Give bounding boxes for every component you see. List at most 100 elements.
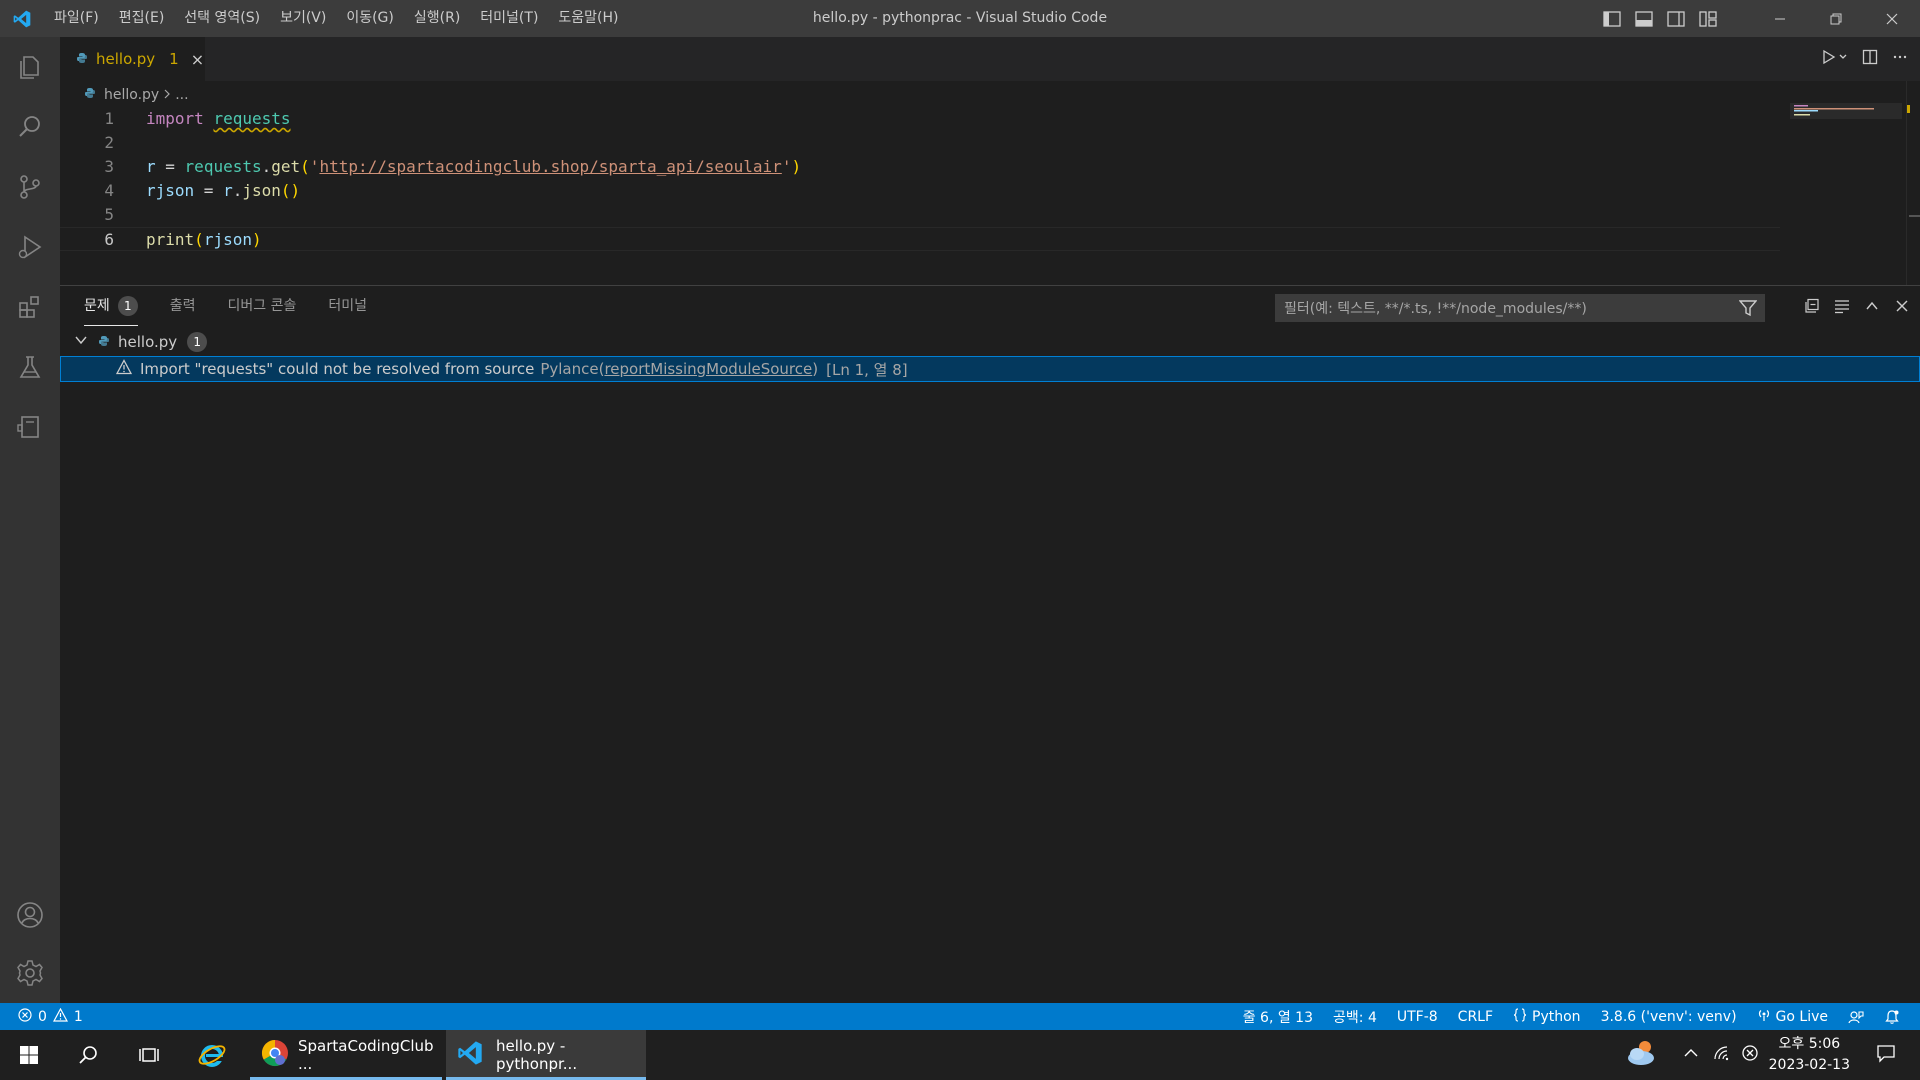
restore-icon[interactable]: [1808, 0, 1864, 37]
close-window-icon[interactable]: [1864, 0, 1920, 37]
chevron-right-icon: [163, 87, 171, 103]
testing-icon[interactable]: [0, 337, 60, 397]
code-line: 2: [60, 131, 1780, 155]
problem-source-close: ): [812, 360, 819, 378]
explorer-icon[interactable]: [0, 37, 60, 97]
code-token: =: [194, 181, 224, 200]
code-line-current: 6 print(rjson): [60, 227, 1780, 251]
notifications-bell-icon[interactable]: [1874, 1009, 1910, 1025]
code-token: print: [146, 230, 195, 249]
chrome-icon: [260, 1038, 290, 1072]
go-live-label: Go Live: [1775, 1008, 1828, 1025]
menu-terminal[interactable]: 터미널(T): [470, 0, 548, 37]
menu-file[interactable]: 파일(F): [44, 0, 109, 37]
settings-gear-icon[interactable]: [0, 943, 60, 1003]
warning-icon: [115, 359, 133, 379]
filter-placeholder: 필터(예: 텍스트, **/*.ts, !**/node_modules/**): [1284, 301, 1587, 317]
system-tray: 오후 5:06 2023-02-13: [1625, 1030, 1920, 1080]
minimize-icon[interactable]: [1752, 0, 1808, 37]
cursor-position[interactable]: 줄 6, 열 13: [1233, 1007, 1323, 1027]
broadcast-icon: [1757, 1008, 1771, 1026]
view-as-list-icon[interactable]: [1834, 298, 1850, 318]
menu-help[interactable]: 도움말(H): [548, 0, 628, 37]
code-token: .: [232, 181, 243, 200]
problem-item[interactable]: Import "requests" could not be resolved …: [60, 356, 1920, 382]
internet-explorer-icon[interactable]: [182, 1030, 242, 1080]
go-live-button[interactable]: Go Live: [1747, 1008, 1838, 1026]
editor-area: hello.py 1 × hello.py ... 1 import reque…: [60, 37, 1920, 285]
taskbar-app-label: SpartaCodingClub ...: [298, 1037, 434, 1073]
menu-edit[interactable]: 편집(E): [109, 0, 175, 37]
feedback-icon[interactable]: [1838, 1009, 1874, 1025]
filter-icon[interactable]: [1738, 299, 1758, 321]
taskbar-app-vscode[interactable]: hello.py - pythonpr...: [446, 1030, 646, 1080]
problems-file-row[interactable]: hello.py 1: [60, 330, 1920, 354]
breadcrumb-symbols[interactable]: ...: [175, 87, 188, 103]
toggle-primary-sidebar-icon[interactable]: [1596, 0, 1628, 37]
menu-view[interactable]: 보기(V): [270, 0, 336, 37]
tab-output[interactable]: 출력: [170, 286, 196, 326]
menu-bar: 파일(F) 편집(E) 선택 영역(S) 보기(V) 이동(G) 실행(R) 터…: [44, 0, 629, 37]
editor-scrollbar[interactable]: [1906, 81, 1920, 285]
run-python-file-icon[interactable]: [1822, 49, 1848, 69]
python-file-icon: [98, 333, 110, 351]
taskbar-search-icon[interactable]: [60, 1030, 118, 1080]
windows-start-icon[interactable]: [0, 1030, 58, 1080]
tab-problems[interactable]: 문제 1: [84, 286, 138, 326]
show-hidden-icons-icon[interactable]: [1683, 1047, 1699, 1063]
code-token: requests: [213, 109, 291, 128]
python-interpreter[interactable]: 3.8.6 ('venv': venv): [1591, 1009, 1747, 1025]
problem-code-link[interactable]: reportMissingModuleSource: [604, 360, 812, 378]
line-number: 2: [104, 133, 114, 152]
indentation[interactable]: 공백: 4: [1323, 1007, 1387, 1027]
problems-status[interactable]: 0 1: [18, 1003, 83, 1030]
menu-selection[interactable]: 선택 영역(S): [174, 0, 270, 37]
code-line: 1 import requests: [60, 107, 1780, 131]
code-token: r: [223, 181, 233, 200]
minimap[interactable]: [1790, 103, 1910, 285]
toggle-panel-icon[interactable]: [1628, 0, 1660, 37]
code-token: import: [146, 109, 204, 128]
remote-explorer-icon[interactable]: [0, 397, 60, 457]
taskbar-clock[interactable]: 오후 5:06 2023-02-13: [1769, 1034, 1850, 1076]
code-editor[interactable]: 1 import requests 2 3 r = requests.get('…: [60, 107, 1780, 251]
volume-muted-icon[interactable]: [1741, 1044, 1759, 1066]
code-url-link[interactable]: http://spartacodingclub.shop/sparta_api/…: [319, 157, 781, 176]
tab-terminal[interactable]: 터미널: [328, 286, 367, 326]
menu-go[interactable]: 이동(G): [336, 0, 404, 37]
task-view-icon[interactable]: [120, 1030, 178, 1080]
code-line: 4 rjson = r.json(): [60, 179, 1780, 203]
maximize-panel-icon[interactable]: [1864, 298, 1880, 318]
bottom-panel: 문제 1 출력 디버그 콘솔 터미널 필터(예: 텍스트, **/*.ts, !…: [60, 285, 1920, 1003]
language-mode[interactable]: Python: [1503, 1007, 1591, 1026]
source-control-icon[interactable]: [0, 157, 60, 217]
code-token: ': [781, 157, 792, 176]
taskbar-app-chrome[interactable]: SpartaCodingClub ...: [250, 1030, 442, 1080]
status-bar: 0 1 줄 6, 열 13 공백: 4 UTF-8 CRLF Python 3.…: [0, 1003, 1920, 1030]
weather-cloud-icon[interactable]: [1625, 1038, 1659, 1072]
toggle-secondary-sidebar-icon[interactable]: [1660, 0, 1692, 37]
customize-layout-icon[interactable]: [1692, 0, 1724, 37]
line-number: 6: [104, 230, 114, 249]
collapse-all-icon[interactable]: [1804, 298, 1820, 318]
close-panel-icon[interactable]: [1894, 298, 1910, 318]
accounts-icon[interactable]: [0, 885, 60, 945]
problems-filter-input[interactable]: 필터(예: 텍스트, **/*.ts, !**/node_modules/**): [1275, 294, 1765, 322]
python-file-icon: [76, 50, 88, 68]
action-center-icon[interactable]: [1876, 1043, 1896, 1067]
tab-hello-py[interactable]: hello.py 1 ×: [60, 37, 205, 81]
menu-run[interactable]: 실행(R): [404, 0, 470, 37]
split-editor-icon[interactable]: [1862, 49, 1878, 69]
more-actions-icon[interactable]: [1892, 49, 1908, 69]
encoding[interactable]: UTF-8: [1387, 1009, 1448, 1025]
close-tab-icon[interactable]: ×: [191, 50, 204, 69]
breadcrumb-file[interactable]: hello.py: [104, 87, 159, 103]
end-of-line[interactable]: CRLF: [1448, 1009, 1503, 1025]
network-icon[interactable]: [1713, 1045, 1731, 1065]
chevron-down-icon[interactable]: [74, 333, 88, 351]
editor-actions: [1822, 37, 1920, 81]
run-debug-icon[interactable]: [0, 217, 60, 277]
tab-debug-console[interactable]: 디버그 콘솔: [228, 286, 297, 326]
extensions-icon[interactable]: [0, 277, 60, 337]
search-icon[interactable]: [0, 97, 60, 157]
